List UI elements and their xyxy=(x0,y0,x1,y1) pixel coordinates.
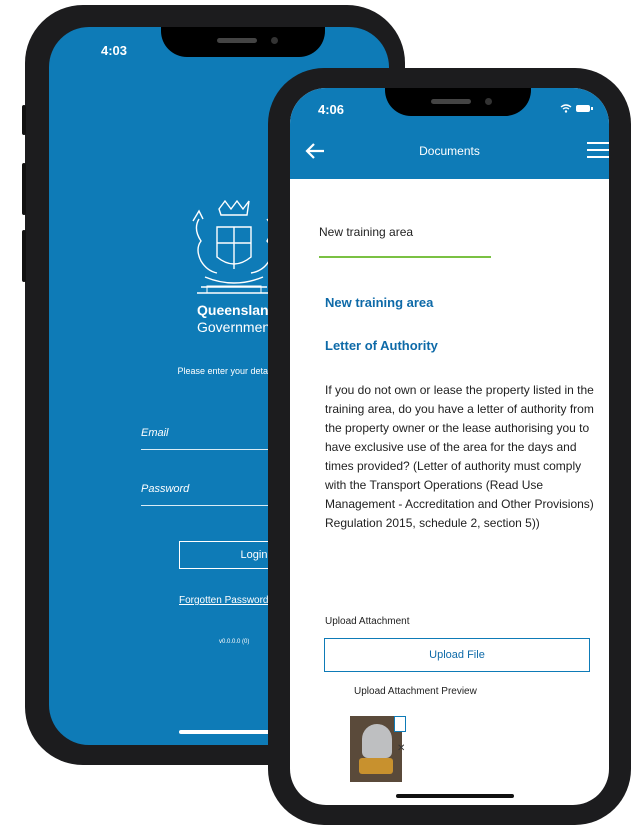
email-field[interactable]: Email xyxy=(141,427,169,439)
brand-line-2: Government xyxy=(197,319,275,335)
home-indicator xyxy=(396,794,514,798)
side-button xyxy=(22,163,26,215)
tab-indicator xyxy=(319,256,491,258)
status-icons xyxy=(560,104,593,113)
notch xyxy=(161,27,325,57)
documents-screen: 4:06 Documents New training area New tra… xyxy=(290,88,609,805)
battery-icon xyxy=(576,105,593,112)
upload-preview-label: Upload Attachment Preview xyxy=(354,686,477,697)
upload-file-button[interactable]: Upload File xyxy=(324,638,590,672)
status-time: 4:06 xyxy=(318,102,345,117)
hamburger-menu-icon[interactable] xyxy=(587,142,609,163)
wifi-icon xyxy=(560,104,572,113)
notch xyxy=(385,88,531,116)
upload-attachment-label: Upload Attachment xyxy=(325,616,410,627)
page-title: Documents xyxy=(419,144,480,158)
forgotten-password-link[interactable]: Forgotten Password? xyxy=(179,595,274,606)
question-text: If you do not own or lease the property … xyxy=(325,383,594,530)
remove-attachment-icon[interactable]: ✕ xyxy=(397,743,405,754)
breadcrumb-tab[interactable]: New training area xyxy=(319,225,413,239)
documents-phone: 4:06 Documents New training area New tra… xyxy=(268,68,631,825)
side-button xyxy=(22,105,26,135)
side-button xyxy=(22,230,26,282)
close-icon[interactable] xyxy=(394,716,406,732)
section-subtitle: Letter of Authority xyxy=(325,338,438,353)
version-label: v0.0.0.0 (0) xyxy=(219,639,250,645)
password-field[interactable]: Password xyxy=(141,483,189,495)
status-time: 4:03 xyxy=(101,43,128,58)
section-title: New training area xyxy=(325,295,434,310)
brand-line-1: Queensland xyxy=(197,302,278,318)
